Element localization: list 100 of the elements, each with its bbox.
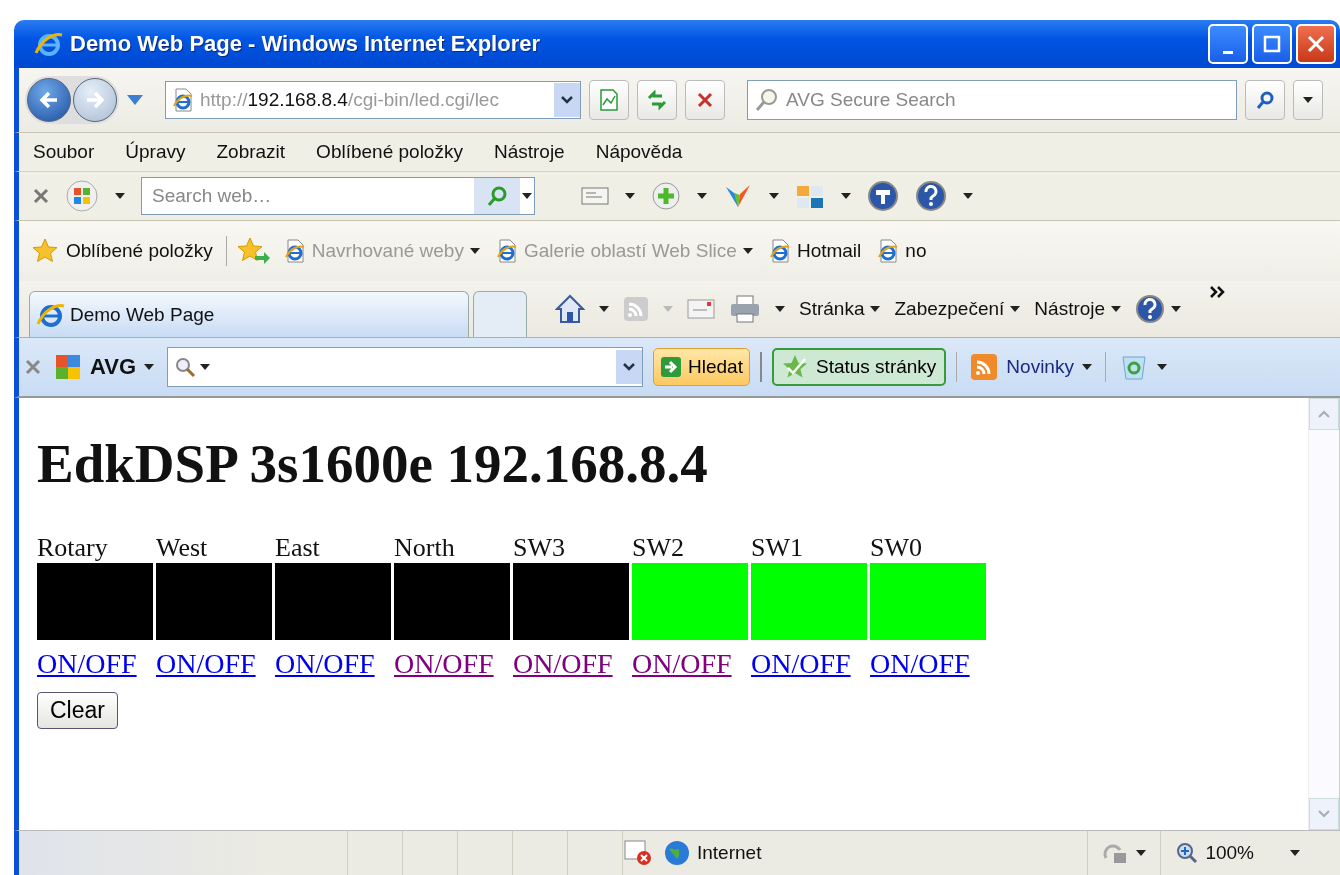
caret-icon bbox=[1081, 364, 1092, 370]
command-menu[interactable]: Zabezpečení bbox=[894, 298, 1021, 320]
menu-item[interactable]: Soubor bbox=[33, 141, 95, 163]
windows-logo-icon[interactable] bbox=[65, 179, 99, 213]
help-icon bbox=[1135, 294, 1166, 324]
minimize-icon bbox=[1223, 50, 1233, 54]
zoom-control[interactable]: 100% bbox=[1161, 831, 1340, 875]
dropdown-icon bbox=[522, 193, 532, 199]
home-icon[interactable] bbox=[555, 294, 585, 324]
search-options-button[interactable] bbox=[1293, 80, 1323, 120]
news-menu[interactable]: Novinky bbox=[967, 351, 1095, 383]
compatibility-view-button[interactable] bbox=[589, 80, 629, 120]
command-menu[interactable]: Stránka bbox=[799, 298, 881, 320]
caret-icon bbox=[599, 306, 609, 312]
caret-icon bbox=[1136, 850, 1147, 856]
caret-icon bbox=[1111, 306, 1122, 312]
refresh-button[interactable] bbox=[637, 80, 677, 120]
caret-icon bbox=[115, 193, 125, 199]
search-button[interactable]: Hledat bbox=[653, 348, 750, 386]
menu-item[interactable]: Úpravy bbox=[125, 141, 186, 163]
favorites-link[interactable]: Hotmail bbox=[765, 237, 865, 265]
led-label: Rotary bbox=[37, 533, 108, 562]
page-icon bbox=[768, 239, 791, 263]
caret-icon bbox=[1156, 364, 1167, 370]
menu-item[interactable]: Zobrazit bbox=[216, 141, 286, 163]
clear-button[interactable]: Clear bbox=[37, 692, 118, 729]
favorites-link[interactable]: no bbox=[874, 237, 930, 265]
toggle-link[interactable]: ON/OFF bbox=[870, 648, 970, 679]
printer-icon[interactable] bbox=[729, 294, 761, 324]
maximize-icon bbox=[1263, 35, 1281, 53]
feed-icon bbox=[970, 353, 999, 381]
web-search-input[interactable]: Search web… bbox=[150, 184, 474, 208]
search-input[interactable]: AVG Secure Search bbox=[784, 88, 1236, 112]
led-label: SW1 bbox=[751, 533, 803, 562]
help-menu[interactable] bbox=[1135, 294, 1182, 324]
caret-icon bbox=[697, 193, 707, 199]
avg-menu[interactable]: AVG bbox=[51, 351, 158, 383]
led-label: SW3 bbox=[513, 533, 565, 562]
caret-icon bbox=[1010, 306, 1021, 312]
help-icon[interactable] bbox=[915, 180, 947, 212]
command-menu[interactable]: Nástroje bbox=[1034, 298, 1122, 320]
browser-tab[interactable]: Demo Web Page bbox=[29, 291, 469, 337]
mail-icon[interactable] bbox=[687, 298, 715, 320]
search-button[interactable] bbox=[474, 178, 520, 214]
search-button[interactable] bbox=[1245, 80, 1285, 120]
search-icon bbox=[754, 87, 780, 113]
zoom-icon bbox=[1175, 841, 1200, 865]
chevron-icon[interactable] bbox=[1209, 285, 1226, 299]
refresh-icon bbox=[646, 90, 668, 110]
toggle-link[interactable]: ON/OFF bbox=[156, 648, 256, 679]
toggle-link[interactable]: ON/OFF bbox=[37, 648, 137, 679]
blocked-icon bbox=[623, 839, 653, 867]
page-chart-icon bbox=[599, 89, 619, 111]
screen-icon[interactable] bbox=[581, 186, 609, 206]
maximize-button[interactable] bbox=[1252, 24, 1292, 64]
close-button[interactable] bbox=[1296, 24, 1336, 64]
toggle-link[interactable]: ON/OFF bbox=[275, 648, 375, 679]
stop-button[interactable] bbox=[685, 80, 725, 120]
close-icon bbox=[1307, 35, 1325, 53]
toggle-link[interactable]: ON/OFF bbox=[394, 648, 494, 679]
back-button[interactable] bbox=[27, 78, 71, 122]
minimize-button[interactable] bbox=[1208, 24, 1248, 64]
chevron-down-icon bbox=[622, 362, 637, 372]
avg-logo-icon bbox=[54, 353, 82, 381]
search-field[interactable]: AVG Secure Search bbox=[747, 80, 1237, 120]
favorites-button[interactable]: Oblíbené položky bbox=[29, 236, 216, 266]
add-favorite-icon[interactable] bbox=[236, 237, 271, 265]
caret-icon bbox=[469, 248, 480, 254]
menu-item[interactable]: Nástroje bbox=[493, 141, 565, 163]
caret-icon bbox=[1290, 850, 1300, 856]
address-field[interactable]: http://192.168.8.4/cgi-bin/led.cgi/lec bbox=[165, 81, 581, 119]
page-icon bbox=[172, 88, 194, 112]
toggle-link[interactable]: ON/OFF bbox=[751, 648, 851, 679]
caret-icon bbox=[1303, 97, 1313, 103]
caret-icon bbox=[663, 306, 673, 312]
led-label: West bbox=[156, 533, 208, 562]
caret-icon bbox=[200, 364, 211, 370]
avg-search-field[interactable] bbox=[167, 347, 644, 387]
forward-button[interactable] bbox=[73, 78, 117, 122]
history-dropdown-icon[interactable] bbox=[127, 95, 143, 105]
menu-item[interactable]: Oblíbené položky bbox=[316, 141, 463, 163]
led-label: SW2 bbox=[632, 533, 684, 562]
close-icon[interactable] bbox=[33, 188, 49, 204]
search-icon[interactable] bbox=[174, 356, 197, 378]
web-search-field[interactable]: Search web… bbox=[141, 177, 535, 215]
new-tab-button[interactable] bbox=[473, 291, 527, 337]
plus-icon[interactable] bbox=[651, 181, 681, 211]
dropdown-button[interactable] bbox=[616, 350, 643, 384]
toggle-link[interactable]: ON/OFF bbox=[513, 648, 613, 679]
close-icon[interactable] bbox=[25, 359, 41, 375]
page-status-button[interactable]: Status stránky bbox=[771, 348, 947, 386]
caret-icon bbox=[742, 248, 753, 254]
hammer-icon[interactable] bbox=[867, 180, 899, 212]
dropdown-button[interactable] bbox=[554, 83, 580, 117]
security-zone: Internet bbox=[663, 839, 762, 867]
page-icon bbox=[877, 239, 900, 263]
window-title: Demo Web Page - Windows Internet Explorer bbox=[70, 31, 542, 57]
toggle-link[interactable]: ON/OFF bbox=[632, 648, 732, 679]
menu-item[interactable]: Nápověda bbox=[595, 141, 683, 163]
caret-icon bbox=[963, 193, 973, 199]
